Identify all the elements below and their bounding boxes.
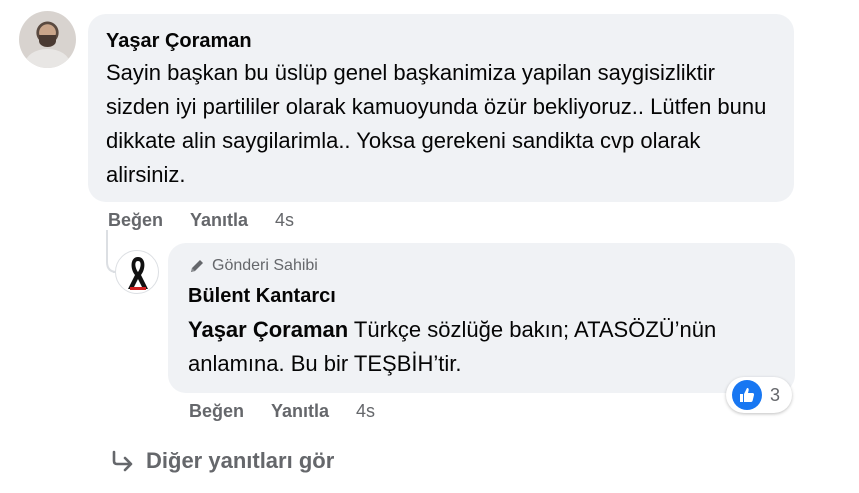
- view-more-replies-button[interactable]: Diğer yanıtları gör: [110, 448, 334, 474]
- reply-bubble: Gönderi Sahibi Bülent Kantarcı Yaşar Çor…: [168, 243, 795, 393]
- mourning-ribbon-icon: [128, 257, 148, 290]
- author-badge: Gönderi Sahibi: [188, 255, 776, 277]
- reply-text: Yaşar Çoraman Türkçe sözlüğe bakın; ATAS…: [188, 313, 778, 381]
- reply-actions: Beğen Yanıtla 4s: [189, 399, 375, 423]
- view-more-replies-label: Diğer yanıtları gör: [146, 448, 335, 473]
- reaction-count: 3: [770, 384, 781, 405]
- reply-author-avatar[interactable]: [115, 250, 159, 294]
- reply-like-button[interactable]: Beğen: [189, 401, 244, 422]
- mention-link[interactable]: Yaşar Çoraman: [188, 317, 348, 342]
- like-icon: [732, 380, 762, 410]
- author-badge-label: Gönderi Sahibi: [212, 257, 318, 274]
- reply-reply-button[interactable]: Yanıtla: [271, 401, 329, 422]
- reply-arrow-icon: [112, 450, 133, 472]
- reply-author[interactable]: Bülent Kantarcı: [188, 283, 776, 309]
- reply-timestamp[interactable]: 4s: [356, 401, 375, 422]
- pencil-icon: [188, 257, 206, 275]
- reaction-summary[interactable]: 3: [726, 377, 792, 413]
